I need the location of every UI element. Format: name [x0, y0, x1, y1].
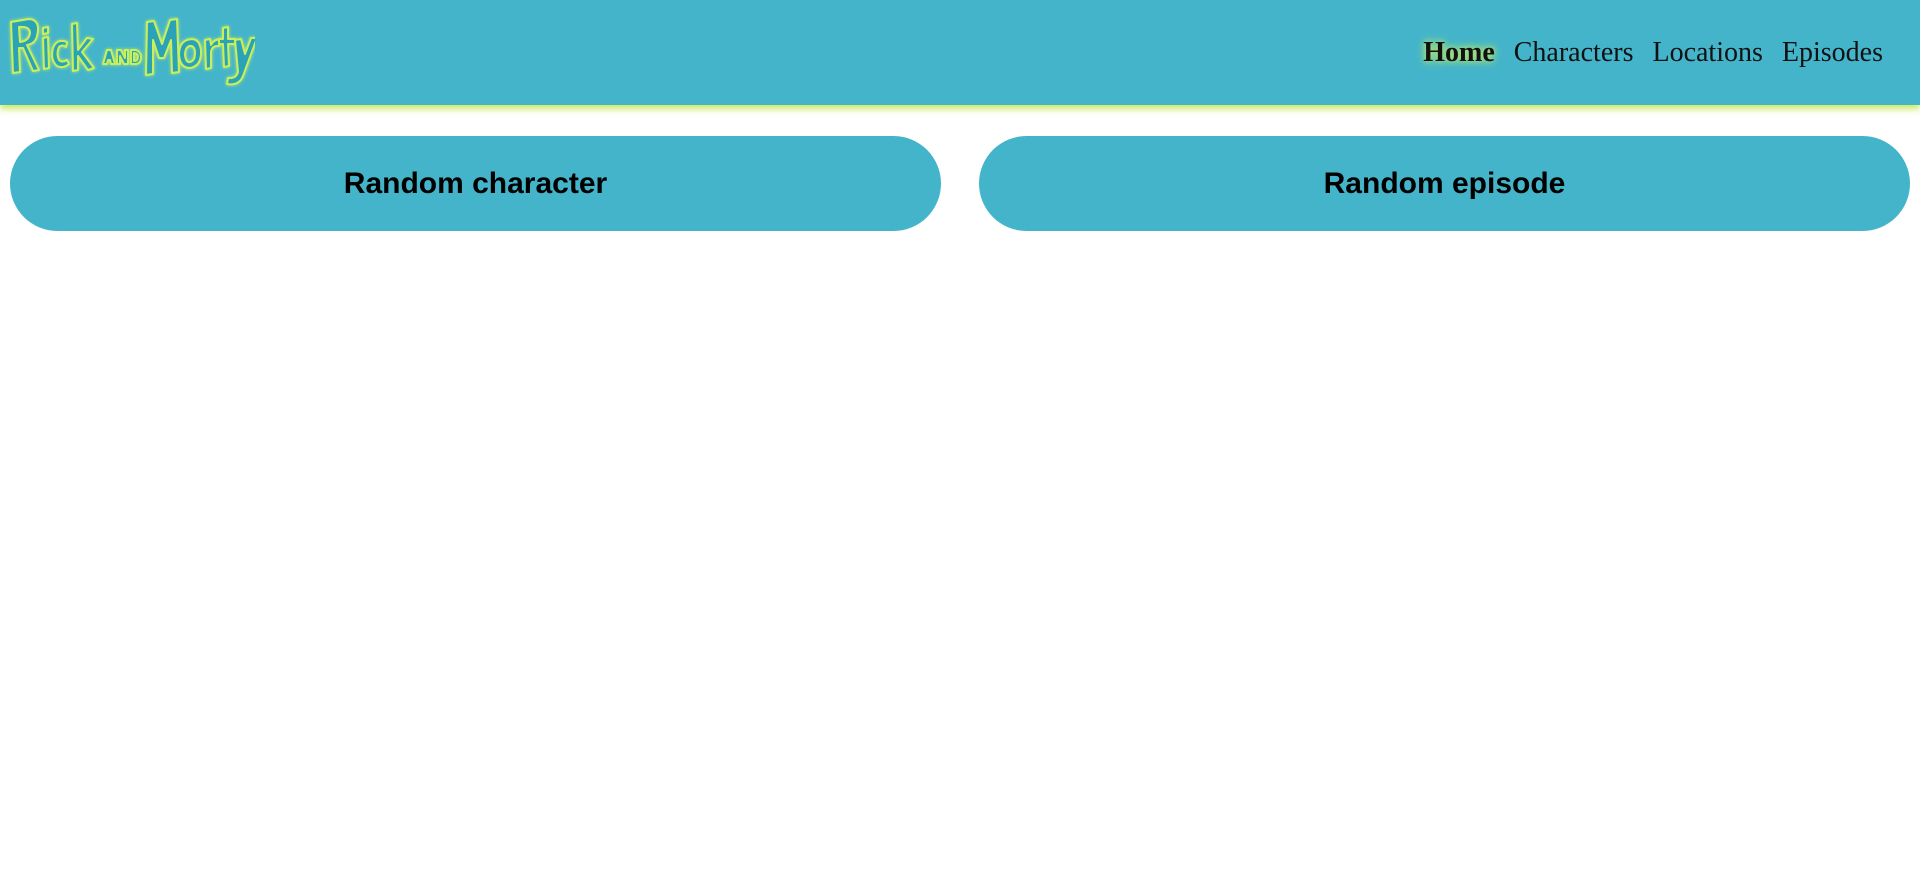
random-character-button[interactable]: Random character: [10, 136, 941, 231]
nav-link-home[interactable]: Home: [1423, 37, 1495, 69]
random-episode-button[interactable]: Random episode: [979, 136, 1910, 231]
nav-link-characters[interactable]: Characters: [1514, 37, 1634, 69]
top-navbar: Home Characters Locations Episodes: [0, 0, 1920, 105]
home-content: Random character Random episode: [10, 136, 1910, 231]
rick-and-morty-logo[interactable]: [7, 14, 255, 90]
nav-link-episodes[interactable]: Episodes: [1782, 37, 1883, 69]
nav-link-locations[interactable]: Locations: [1652, 37, 1762, 69]
main-nav: Home Characters Locations Episodes: [1423, 0, 1883, 105]
